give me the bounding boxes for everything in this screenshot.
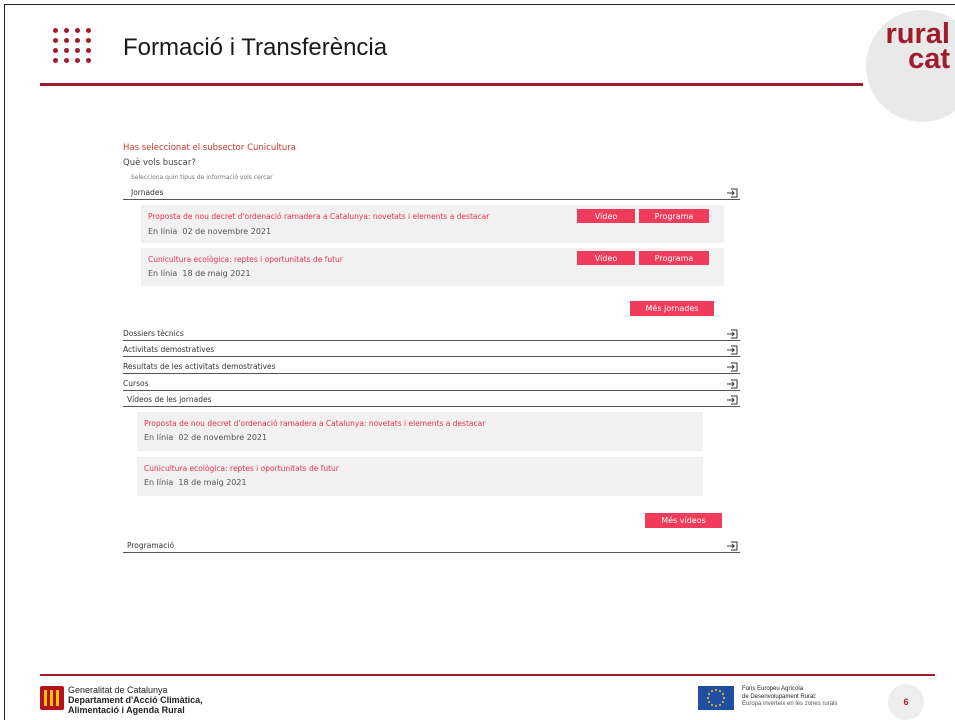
video-date: 18 de maig 2021: [178, 478, 247, 487]
slide: Formació i Transferència rural cat Has s…: [0, 0, 955, 720]
section-dossiers[interactable]: Dossiers tècnics: [123, 327, 740, 341]
generalitat-text: Generalitat de Catalunya Departament d'A…: [68, 685, 203, 715]
section-activitats[interactable]: Activitats demostratives: [123, 343, 740, 357]
mes-jornades-button[interactable]: Més jornades: [630, 301, 714, 316]
section-label: Dossiers tècnics: [123, 329, 184, 338]
enter-arrow-icon[interactable]: [727, 541, 738, 551]
programa-button[interactable]: Programa: [639, 209, 709, 223]
fons-line3: Europa inverteix en les zones rurals: [742, 701, 838, 707]
mes-videos-button[interactable]: Més vídeos: [645, 513, 722, 528]
section-resultats[interactable]: Resultats de les activitats demostrative…: [123, 360, 740, 374]
search-hint: Selecciona quin tipus de informació vols…: [131, 174, 273, 181]
section-label: Cursos: [123, 379, 149, 388]
video-title-link[interactable]: Proposta de nou decret d'ordenació ramad…: [144, 419, 485, 428]
section-label: Vídeos de les jornades: [127, 395, 212, 404]
enter-arrow-icon[interactable]: [727, 362, 738, 372]
jornada-meta: En línia 02 de novembre 2021: [148, 227, 271, 236]
jornada-title-link[interactable]: Proposta de nou decret d'ordenació ramad…: [148, 212, 489, 221]
feader-text: Fons Europeu Agrícola de Desenvolupament…: [742, 686, 837, 709]
video-date: 02 de novembre 2021: [178, 433, 268, 442]
jornada-date: 18 de maig 2021: [182, 269, 251, 278]
jornada-place: En línia: [148, 227, 178, 236]
department-name-line2: Alimentació i Agenda Rural: [68, 705, 185, 715]
jornada-card: Cunicultura ecològica: reptes i oportuni…: [141, 248, 724, 286]
enter-arrow-icon[interactable]: [727, 379, 738, 389]
subsector-text: Has seleccionat el subsector Cunicultura: [123, 143, 297, 153]
video-button[interactable]: Vídeo: [577, 251, 635, 265]
logo-line-2: cat: [908, 43, 950, 75]
section-videos[interactable]: Vídeos de les jornades: [123, 393, 740, 407]
jornada-card: Proposta de nou decret d'ordenació ramad…: [141, 205, 724, 243]
jornada-title-link[interactable]: Cunicultura ecològica: reptes i oportuni…: [148, 255, 343, 264]
ruralcat-logo-text: rural cat: [870, 20, 950, 75]
enter-arrow-icon[interactable]: [727, 329, 738, 339]
department-name-line1: Departament d'Acció Climàtica,: [68, 695, 203, 705]
section-label: Programació: [127, 541, 175, 550]
header-divider: [40, 83, 863, 86]
section-label: Resultats de les activitats demostrative…: [123, 362, 276, 371]
section-label: Activitats demostratives: [123, 345, 215, 354]
section-programacio[interactable]: Programació: [123, 539, 740, 553]
fons-line2: de Desenvolupament Rural:: [742, 693, 817, 700]
eu-flag-icon: [698, 686, 734, 710]
generalitat-name: Generalitat de Catalunya: [68, 685, 168, 695]
video-button[interactable]: Vídeo: [577, 209, 635, 223]
video-card: Proposta de nou decret d'ordenació ramad…: [137, 412, 703, 451]
section-label: Jornades: [131, 188, 164, 197]
page-number: 6: [888, 684, 924, 720]
video-place: En línia: [144, 433, 174, 442]
jornada-place: En línia: [148, 269, 178, 278]
enter-arrow-icon[interactable]: [727, 188, 738, 198]
search-question: Què vols buscar?: [123, 158, 196, 168]
dots-logo-icon: [53, 27, 95, 75]
generalitat-logo: [40, 686, 64, 710]
video-title-link[interactable]: Cunicultura ecològica: reptes i oportuni…: [144, 464, 339, 473]
video-place: En línia: [144, 478, 174, 487]
section-jornades[interactable]: Jornades: [123, 186, 740, 200]
jornada-date: 02 de novembre 2021: [182, 227, 272, 236]
video-meta: En línia 18 de maig 2021: [144, 478, 247, 487]
enter-arrow-icon[interactable]: [727, 395, 738, 405]
section-cursos[interactable]: Cursos: [123, 377, 740, 391]
page-title: Formació i Transferència: [123, 34, 388, 61]
video-card: Cunicultura ecològica: reptes i oportuni…: [137, 457, 703, 496]
fons-line1: Fons Europeu Agrícola: [742, 686, 804, 692]
enter-arrow-icon[interactable]: [727, 345, 738, 355]
programa-button[interactable]: Programa: [639, 251, 709, 265]
video-meta: En línia 02 de novembre 2021: [144, 433, 267, 442]
jornada-meta: En línia 18 de maig 2021: [148, 269, 251, 278]
footer-divider: [40, 674, 935, 676]
